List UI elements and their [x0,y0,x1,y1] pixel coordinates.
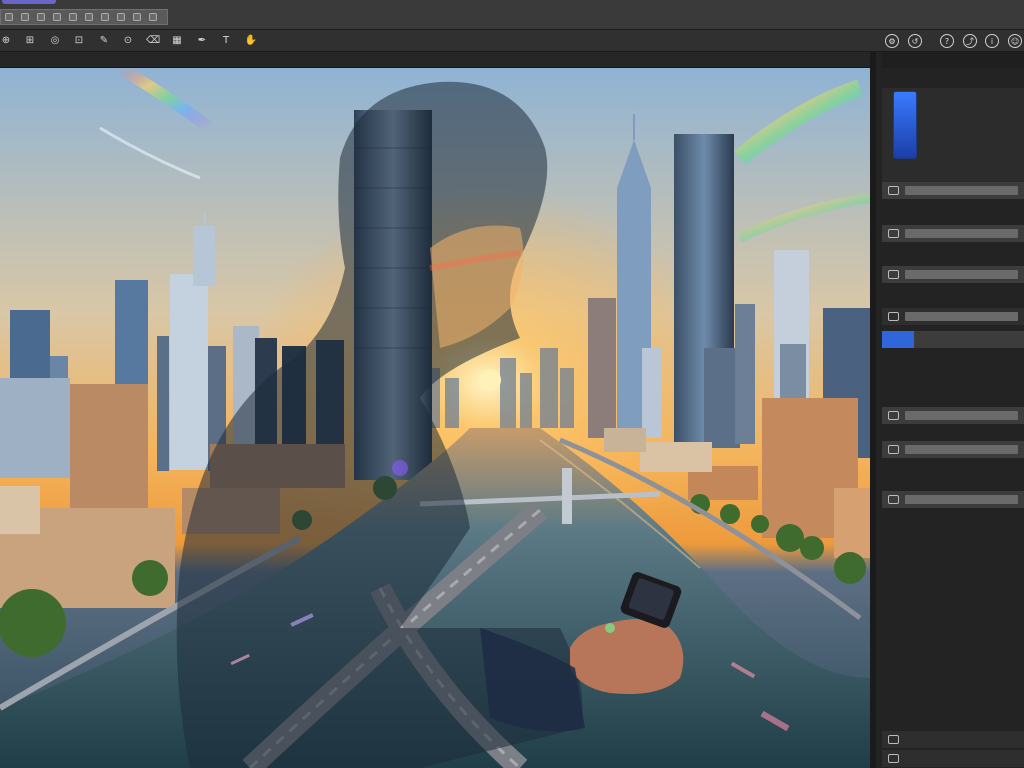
title-bar [0,0,1024,30]
panel-section-label [882,204,1024,218]
property-toggle-icon[interactable] [888,229,899,238]
lasso-glyph: ◎ [50,35,60,46]
property-value-field[interactable] [905,229,1018,238]
tab-control[interactable] [53,13,61,21]
selected-layer-icon[interactable] [882,331,914,348]
panel-section-label [882,351,1024,365]
panel-property-row[interactable] [882,441,1024,458]
tab-control[interactable] [149,13,157,21]
image-canvas[interactable] [0,68,870,768]
help-icon[interactable]: ? [940,34,954,48]
tab-control[interactable] [69,13,77,21]
info-icon[interactable]: i [985,34,999,48]
hand-icon[interactable]: ✋ [245,35,257,47]
tab-control[interactable] [5,13,13,21]
tab-control[interactable] [133,13,141,21]
gradient-glyph: ▦ [172,35,182,46]
frame-glyph: ⊞ [25,35,35,46]
move-icon[interactable]: ⊕ [0,35,12,47]
panel-property-row[interactable] [882,182,1024,199]
color-swatch[interactable] [894,92,916,158]
document-tab-bar [0,52,870,68]
panel-footer-row[interactable] [882,731,1024,748]
panel-section-label [882,248,1024,262]
property-toggle-icon[interactable] [888,495,899,504]
text-icon[interactable]: T [220,35,232,47]
property-toggle-icon[interactable] [888,270,899,279]
tab-control[interactable] [21,13,29,21]
property-toggle-icon[interactable] [888,445,899,454]
tab-control[interactable] [85,13,93,21]
stamp-icon[interactable]: ⊙ [122,35,134,47]
property-toggle-icon[interactable] [888,312,899,321]
property-value-field[interactable] [905,270,1018,279]
property-value-field[interactable] [905,411,1018,420]
footer-row-icon[interactable] [888,735,899,744]
history-icon[interactable]: ↺ [908,34,922,48]
tab-control[interactable] [117,13,125,21]
app-brand-strip [2,0,56,4]
panel-property-row[interactable] [882,266,1024,283]
stamp-glyph: ⊙ [123,35,133,46]
move-glyph: ⊕ [1,35,11,46]
gradient-icon[interactable]: ▦ [171,35,183,47]
crop-glyph: ⊡ [74,35,84,46]
eraser-glyph: ⌫ [145,35,161,46]
eraser-icon[interactable]: ⌫ [145,35,161,47]
tab-control[interactable] [101,13,109,21]
frame-icon[interactable]: ⊞ [24,35,36,47]
property-value-field[interactable] [905,312,1018,321]
panel-property-row[interactable] [882,308,1024,325]
property-toggle-icon[interactable] [888,186,899,195]
footer-row-icon[interactable] [888,754,899,763]
property-toggle-icon[interactable] [888,411,899,420]
brush-glyph: ✎ [99,35,109,46]
tab-control[interactable] [37,13,45,21]
brush-icon[interactable]: ✎ [98,35,110,47]
settings-icon[interactable]: ⚙ [885,34,899,48]
main-toolbar: ⊕ ⊞ ◎ ⊡ ✎ ⊙ ⌫ ▦ ✒ T ✋ ⚙ ↺? ⤴ i ☺ [0,30,1024,52]
hand-glyph: ✋ [244,35,258,46]
window-tab-strip[interactable] [0,9,168,25]
text-glyph: T [222,35,230,46]
panel-section-label [882,158,1024,172]
crop-icon[interactable]: ⊡ [73,35,85,47]
panel-property-row[interactable] [882,407,1024,424]
property-value-field[interactable] [905,495,1018,504]
panel-header [882,52,1024,68]
share-icon[interactable]: ⤴ [963,34,977,48]
properties-panel [870,52,1024,768]
user-icon[interactable]: ☺ [1008,34,1022,48]
panel-section-label [882,288,1024,302]
panel-footer-row[interactable] [882,750,1024,767]
pen-glyph: ✒ [197,35,207,46]
panel-section-label [882,470,1024,484]
property-value-field[interactable] [905,445,1018,454]
panel-section-label [882,388,1024,402]
panel-section-label [882,370,1024,384]
panel-property-row[interactable] [882,331,1024,348]
canvas-image [0,68,870,768]
panel-property-row[interactable] [882,225,1024,242]
lasso-icon[interactable]: ◎ [49,35,61,47]
pen-icon[interactable]: ✒ [196,35,208,47]
panel-footer-label [882,712,1024,726]
property-value-field[interactable] [905,186,1018,195]
panel-property-row[interactable] [882,491,1024,508]
